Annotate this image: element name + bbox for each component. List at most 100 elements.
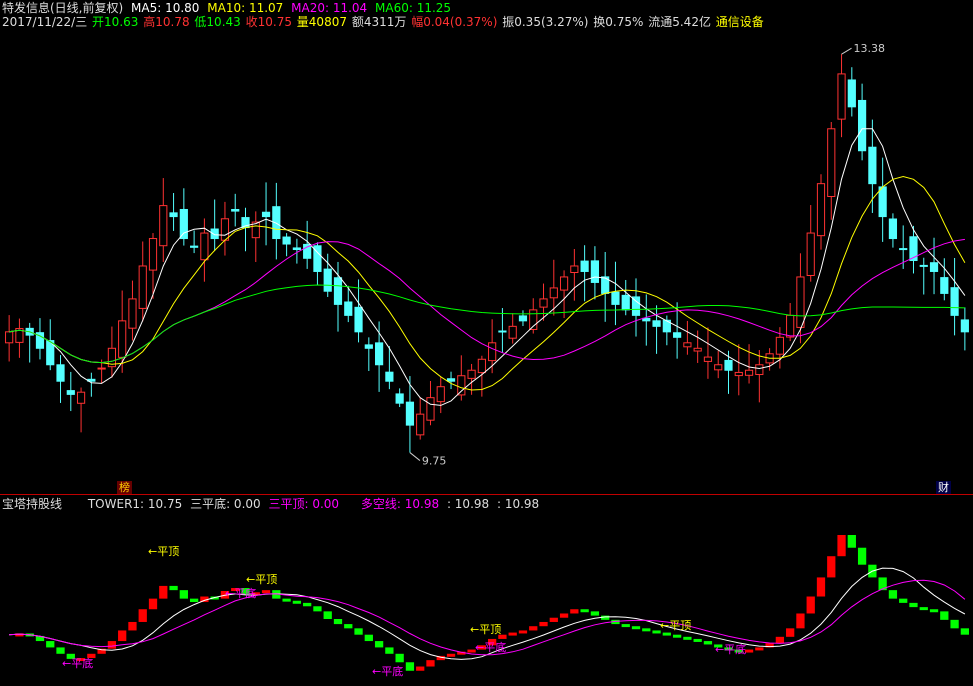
candle xyxy=(570,248,579,301)
candle-body xyxy=(899,248,908,251)
tower-block xyxy=(159,585,168,599)
candle-body xyxy=(426,397,435,421)
signal-tag: ←平顶 xyxy=(246,573,277,586)
candle xyxy=(87,372,96,397)
candle xyxy=(950,258,959,336)
tower-block xyxy=(261,590,271,594)
candle xyxy=(929,237,939,295)
candle xyxy=(241,207,250,252)
tower-block xyxy=(354,628,363,635)
tower-block xyxy=(642,628,651,632)
finance-badge[interactable]: 财 xyxy=(936,481,951,494)
tower-block xyxy=(446,653,456,657)
low-price-label: 9.75 xyxy=(422,455,447,468)
candle xyxy=(190,230,199,254)
candle-body xyxy=(292,247,301,251)
candle-body xyxy=(200,232,209,261)
candle-body xyxy=(673,332,682,338)
candle xyxy=(734,344,743,396)
tower-block xyxy=(827,556,836,578)
candle xyxy=(580,245,589,302)
tower-block xyxy=(313,606,322,612)
tower-block xyxy=(179,590,188,599)
candle xyxy=(56,355,65,403)
candle xyxy=(590,246,600,300)
tower-block xyxy=(518,630,528,634)
candle xyxy=(919,257,928,295)
tower-block xyxy=(909,602,918,608)
candle-body xyxy=(806,232,815,276)
candle xyxy=(138,241,147,322)
candle xyxy=(395,388,404,408)
candle-body xyxy=(847,79,856,108)
candle-body xyxy=(929,262,939,272)
ranking-badge[interactable]: 榜 xyxy=(117,481,132,494)
candle-body xyxy=(395,393,404,404)
candle-body xyxy=(580,260,589,272)
candle xyxy=(436,377,445,414)
candle-body xyxy=(344,301,353,316)
tower-block xyxy=(169,585,178,591)
candle xyxy=(857,83,867,161)
candle-body xyxy=(179,208,188,240)
tower-block xyxy=(580,609,589,613)
signal-tag: ←平底 xyxy=(372,664,403,678)
tower-block xyxy=(847,535,856,548)
tower-block xyxy=(364,634,373,642)
candle-body xyxy=(827,128,836,198)
tower-block xyxy=(118,630,127,642)
tower-block xyxy=(888,590,898,599)
candlestick-chart[interactable]: 13.38 9.75 xyxy=(0,0,973,494)
signal-tag: ←平顶 xyxy=(660,619,691,632)
candle-body xyxy=(888,218,898,240)
tower-block xyxy=(672,634,682,638)
tower-block xyxy=(56,647,65,654)
candle xyxy=(703,327,713,379)
candle-body xyxy=(611,291,620,305)
candle-body xyxy=(590,260,600,283)
candle-body xyxy=(631,296,641,316)
tower-block xyxy=(693,638,702,642)
candle-body xyxy=(960,319,969,333)
tower-block xyxy=(755,647,764,651)
candle-body xyxy=(816,183,826,237)
candle-body xyxy=(652,320,661,327)
candle-body xyxy=(5,331,14,344)
candle-body xyxy=(940,277,949,294)
candle-body xyxy=(621,294,630,311)
tower-block xyxy=(775,636,785,644)
candle-body xyxy=(488,342,497,362)
candle-body xyxy=(559,276,569,291)
candle-body xyxy=(950,287,959,316)
candle-body xyxy=(508,325,517,339)
tower-block xyxy=(395,653,404,663)
candle xyxy=(601,251,610,322)
candle xyxy=(261,182,271,246)
tower-block xyxy=(292,600,302,604)
tower-block xyxy=(929,609,939,613)
candle xyxy=(642,294,651,346)
tower-indicator-chart[interactable]: ←平顶←平底←平顶←平底←平底←平顶←平底←平顶←平底 xyxy=(0,495,973,686)
tower-block xyxy=(559,613,569,618)
tower-block xyxy=(796,613,805,629)
candle-body xyxy=(857,99,867,152)
candle xyxy=(714,350,723,379)
candle-body xyxy=(878,186,887,218)
tower-block xyxy=(816,577,826,597)
candle xyxy=(303,220,312,269)
candle-body xyxy=(796,276,805,328)
tower-block xyxy=(344,624,353,629)
candle-body xyxy=(416,413,425,436)
candle xyxy=(888,213,898,248)
tower-block xyxy=(662,632,671,636)
candle xyxy=(559,270,569,319)
candle-body xyxy=(374,342,384,366)
tower-block xyxy=(549,617,558,622)
candle-body xyxy=(76,391,86,404)
tower-block xyxy=(940,611,949,620)
signal-tag: ←平底 xyxy=(715,642,746,656)
tower-block xyxy=(189,598,199,603)
tower-block xyxy=(385,647,394,654)
candle-body xyxy=(477,358,486,374)
tower-block xyxy=(703,641,713,645)
